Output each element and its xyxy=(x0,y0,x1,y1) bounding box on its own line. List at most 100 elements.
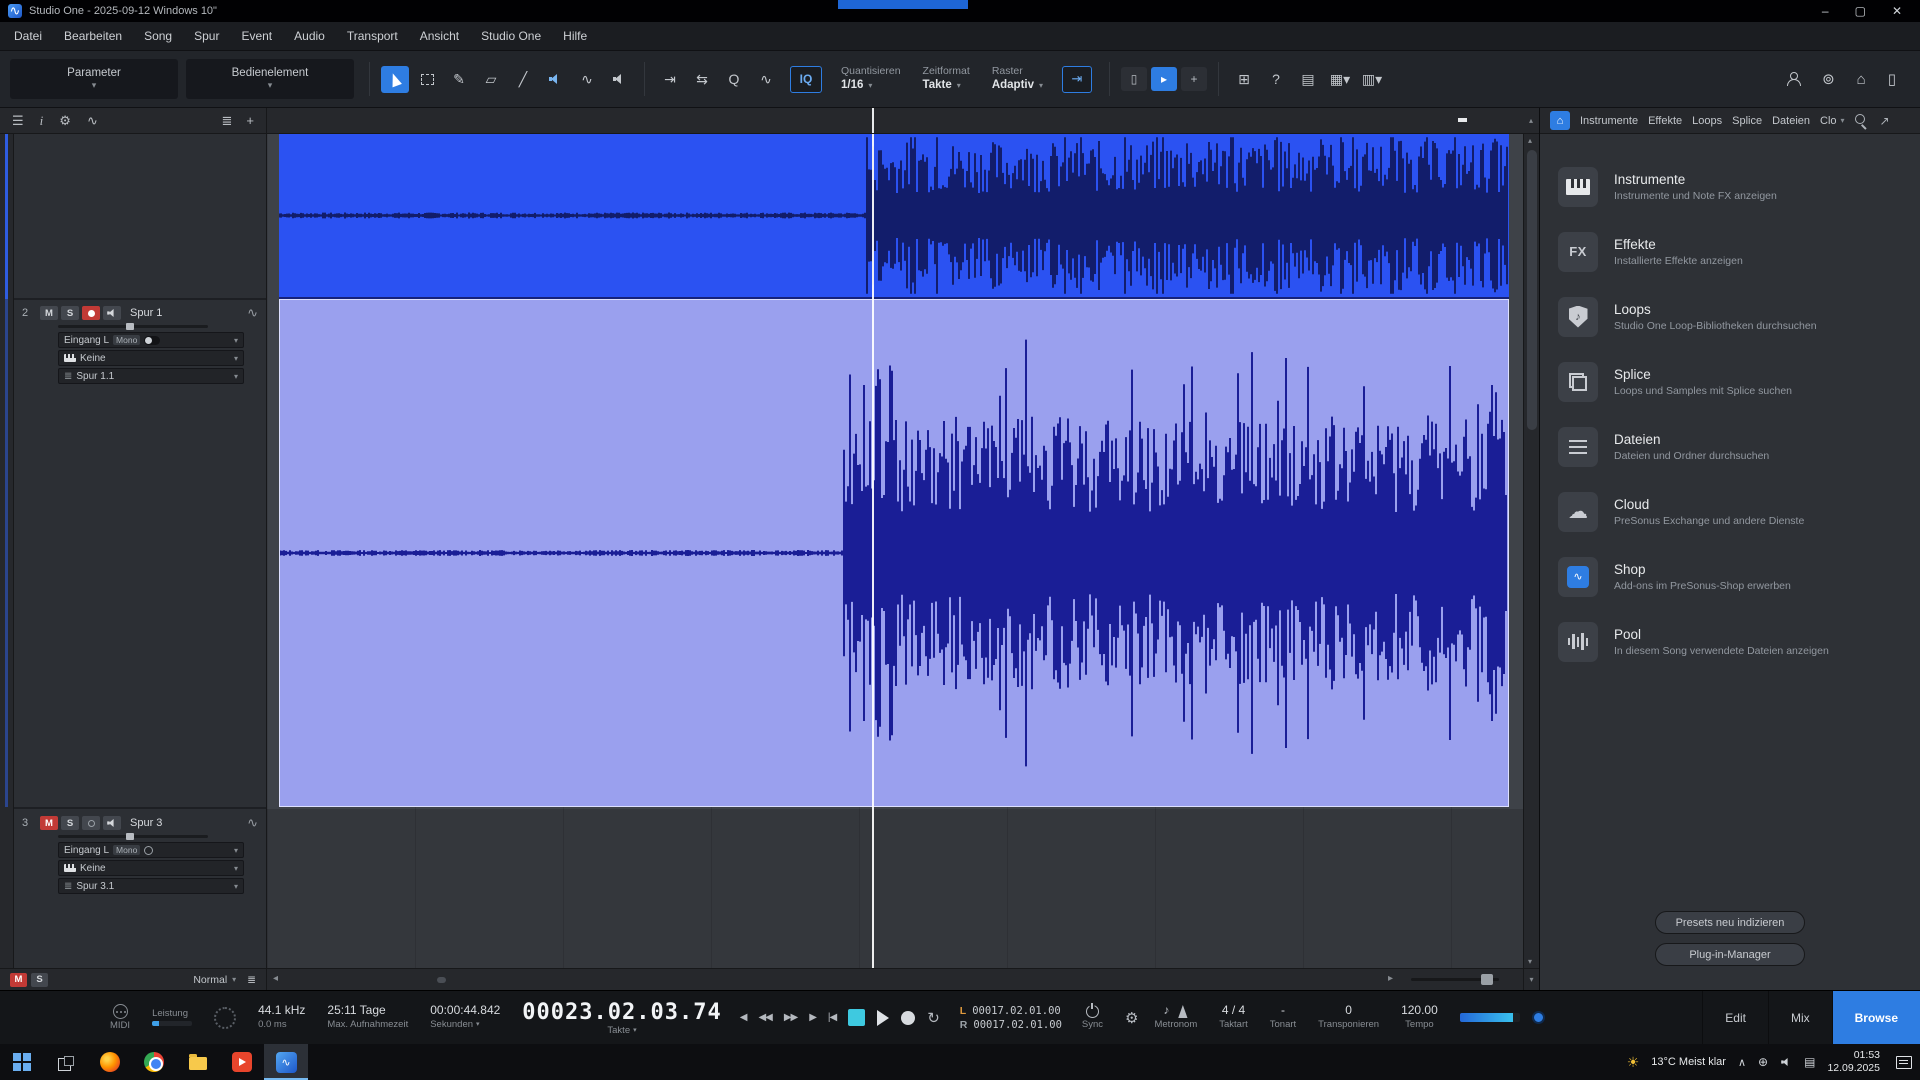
add-track-button[interactable]: + xyxy=(246,113,254,129)
track-name[interactable]: Spur 3 xyxy=(130,817,162,829)
task-view-button[interactable] xyxy=(44,1044,88,1080)
menu-transport[interactable]: Transport xyxy=(347,29,398,43)
detach-icon[interactable]: ↗ xyxy=(1880,114,1890,128)
end-marker[interactable] xyxy=(1458,118,1467,122)
menu-audio[interactable]: Audio xyxy=(294,29,325,43)
timeformat-setting[interactable]: Zeitformat Takte▾ xyxy=(923,65,970,94)
editor-panel-button[interactable]: ▤ xyxy=(1294,66,1322,93)
browser-item-shop[interactable]: ∿ Shop Add-ons im PreSonus-Shop erwerben xyxy=(1540,544,1920,609)
help-button[interactable]: ? xyxy=(1262,66,1290,93)
show-hidden-icons-chevron[interactable]: ∧ xyxy=(1738,1056,1746,1069)
notification-icon[interactable]: ▯ xyxy=(1888,70,1896,88)
audio-clip-track-2[interactable] xyxy=(279,299,1509,807)
browser-item-loops[interactable]: ♪ Loops Studio One Loop-Bibliotheken dur… xyxy=(1540,284,1920,349)
reindex-presets-button[interactable]: Presets neu indizieren xyxy=(1655,911,1805,934)
menu-event[interactable]: Event xyxy=(241,29,272,43)
take-select[interactable]: ≣ Spur 1.1 ▾ xyxy=(58,368,244,384)
stop-button[interactable] xyxy=(848,1009,865,1026)
maximize-button[interactable]: ▢ xyxy=(1855,4,1866,18)
edit-view-button[interactable]: Edit xyxy=(1702,991,1768,1045)
range-tool-button[interactable] xyxy=(413,66,441,93)
input-monitor-toggle[interactable] xyxy=(144,336,160,345)
tab-loops[interactable]: Loops xyxy=(1692,115,1722,127)
keyboard-layout-icon[interactable]: ▤ xyxy=(1804,1055,1815,1069)
main-time-display[interactable]: 00023.02.03.74 Takte▾ xyxy=(522,1000,721,1036)
solo-button[interactable]: S xyxy=(61,306,79,320)
audio-clip-track-1[interactable] xyxy=(279,134,1509,299)
chrome-taskbar-icon[interactable] xyxy=(132,1044,176,1080)
support-icon[interactable]: ⊚ xyxy=(1822,70,1835,88)
metronome-controls[interactable]: ♪ Metronom xyxy=(1154,1004,1197,1031)
volume-slider[interactable] xyxy=(58,835,208,838)
tab-dateien[interactable]: Dateien xyxy=(1772,115,1810,127)
bend-marker-button[interactable]: ∿ xyxy=(752,66,780,93)
pencil-tool-button[interactable]: ✎ xyxy=(445,66,473,93)
menu-studio-one[interactable]: Studio One xyxy=(481,29,541,43)
menu-hilfe[interactable]: Hilfe xyxy=(563,29,587,43)
tab-home[interactable]: ⌂ xyxy=(1550,111,1570,130)
browser-item-pool[interactable]: Pool In diesem Song verwendete Dateien a… xyxy=(1540,609,1920,674)
quantize-button[interactable]: Q xyxy=(720,66,748,93)
return-to-start-button[interactable]: |◀ xyxy=(828,1012,836,1023)
time-signature[interactable]: 4 / 4 Taktart xyxy=(1219,1004,1248,1031)
input-quantize-button[interactable]: IQ xyxy=(790,66,822,93)
sync-toggle[interactable]: Sync xyxy=(1082,1005,1103,1031)
playhead[interactable] xyxy=(872,134,874,968)
seconds-display[interactable]: 00:00:44.842 Sekunden▾ xyxy=(430,1004,500,1031)
metronome-icon[interactable] xyxy=(1177,1005,1188,1018)
track-list-icon[interactable]: ≣ xyxy=(222,113,233,129)
tab-effekte[interactable]: Effekte xyxy=(1648,115,1682,127)
explorer-taskbar-icon[interactable] xyxy=(176,1044,220,1080)
instrument-select[interactable]: Keine ▾ xyxy=(58,860,244,876)
monitor-button[interactable] xyxy=(103,306,121,320)
record-button[interactable] xyxy=(901,1011,915,1025)
browse-view-button[interactable]: Browse xyxy=(1832,991,1920,1045)
network-icon[interactable]: ⊕ xyxy=(1758,1055,1768,1069)
record-arm-button[interactable] xyxy=(82,306,100,320)
scrollbar-thumb[interactable] xyxy=(1527,150,1537,430)
eraser-tool-button[interactable]: ▱ xyxy=(477,66,505,93)
start-button[interactable] xyxy=(0,1044,44,1080)
performance-meter[interactable]: Leistung xyxy=(152,1009,192,1027)
zoom-corner[interactable]: ▾ xyxy=(1523,969,1539,990)
browser-item-effekte[interactable]: FX Effekte Installierte Effekte anzeigen xyxy=(1540,219,1920,284)
tempo-control[interactable]: 120.00 Tempo xyxy=(1401,1004,1438,1031)
scroll-up-corner[interactable]: ▴ xyxy=(1523,108,1539,134)
monitor-button[interactable] xyxy=(103,816,121,830)
horizontal-scrollbar[interactable]: ◂ ▸ xyxy=(267,969,1523,990)
mix-view-button[interactable]: Mix xyxy=(1768,991,1832,1045)
browser-item-instrumente[interactable]: Instrumente Instrumente und Note FX anze… xyxy=(1540,154,1920,219)
tab-instrumente[interactable]: Instrumente xyxy=(1580,115,1638,127)
search-icon[interactable] xyxy=(1855,114,1868,127)
browser-item-dateien[interactable]: Dateien Dateien und Ordner durchsuchen xyxy=(1540,414,1920,479)
tab-cloud[interactable]: Clo xyxy=(1820,115,1837,127)
slider-handle[interactable] xyxy=(126,323,134,330)
overview-rail[interactable] xyxy=(0,134,14,968)
menu-ansicht[interactable]: Ansicht xyxy=(420,29,459,43)
quantize-setting[interactable]: Quantisieren 1/16▾ xyxy=(841,65,901,94)
user-account-icon[interactable] xyxy=(1786,72,1800,86)
slip-button[interactable]: ⇆ xyxy=(688,66,716,93)
scrollbar-thumb[interactable] xyxy=(437,977,446,983)
action-center-icon[interactable] xyxy=(1896,1056,1912,1069)
mute-button[interactable]: M xyxy=(40,306,58,320)
timestretch-button[interactable]: ⇥ xyxy=(656,66,684,93)
browser-item-cloud[interactable]: ☁ Cloud PreSonus Exchange und andere Die… xyxy=(1540,479,1920,544)
global-solo-button[interactable]: S xyxy=(31,973,48,987)
crosshair-button[interactable]: + xyxy=(1181,67,1207,91)
playhead-marker[interactable] xyxy=(872,108,874,133)
automation-icon[interactable]: ∿ xyxy=(87,113,98,129)
track-size-dropdown[interactable]: Normal ▾ ≣ xyxy=(193,974,256,986)
track-name[interactable]: Spur 1 xyxy=(130,307,162,319)
zoom-handle[interactable] xyxy=(1481,974,1493,985)
tab-splice[interactable]: Splice xyxy=(1732,115,1762,127)
global-mute-button[interactable]: M xyxy=(10,973,27,987)
next-bar-button[interactable]: ▶ xyxy=(809,1012,816,1023)
transport-settings-icon[interactable]: ⚙ xyxy=(1125,1009,1138,1027)
timeline-ruler[interactable] xyxy=(267,108,1523,134)
mute-tool-button[interactable] xyxy=(541,66,569,93)
key-signature[interactable]: - Tonart xyxy=(1270,1004,1296,1031)
loop-button[interactable]: ↻ xyxy=(927,1009,940,1027)
tools-icon[interactable]: ⚙ xyxy=(59,113,71,129)
take-select[interactable]: ≣ Spur 3.1 ▾ xyxy=(58,878,244,894)
